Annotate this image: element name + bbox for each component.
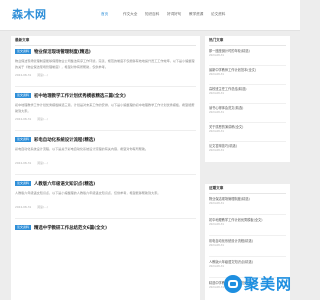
recent-article-item[interactable]: 彩电自动化系统设计流程(精选) 2024-08-31	[209, 238, 286, 247]
divider	[15, 218, 196, 219]
article-item: 论文资料 精选中学教研工作总结范文6篇(全文)	[15, 224, 196, 231]
recent-articles-title: 近期文章	[209, 186, 224, 190]
article-title[interactable]: 人教版六年级语文知识点(精选)	[34, 181, 95, 187]
article-item: 论文资料 物业保洁现场管理制度(精选) 物业保洁现场管理制度能够保障物业公司整洁…	[15, 48, 196, 77]
nav-item-papers[interactable]: 论文资料	[211, 12, 233, 17]
article-date: 2024-08-31	[15, 205, 32, 209]
divider	[209, 122, 286, 123]
recent-article-item[interactable]: 初中地理教学工作计划优秀模板(全文) 2024-08-31	[209, 217, 286, 226]
section-title: 最新文章	[15, 38, 30, 42]
watermark-logo-icon	[223, 274, 242, 293]
hot-article-item[interactable]: 最新中学教师工作计划范本(全文) 2024-08-31	[209, 67, 286, 76]
divider	[15, 45, 196, 46]
divider	[15, 174, 196, 175]
recent-article-title[interactable]: 初中地理教学工作计划优秀模板(全文)	[209, 217, 286, 222]
divider	[209, 45, 286, 46]
article-title[interactable]: 彩电自动化系统设计流程(精选)	[34, 137, 95, 143]
article-views: 阅读(...)	[37, 117, 48, 121]
hot-article-item[interactable]: 那一座座倒计时的年轮(精选) 2024-08-31	[209, 48, 286, 57]
article-item: 论文资料 人教版六年级语文知识点(精选) 人教版六年级语文知识点，以下是小编整理…	[15, 180, 196, 209]
article-list: 最新文章 论文资料 物业保洁现场管理制度(精选) 物业保洁现场管理制度能够保障物…	[11, 36, 200, 300]
site-logo[interactable]: 森木网	[12, 6, 47, 22]
recent-article-date: 2024-08-31	[209, 223, 225, 226]
article-views: 阅读(...)	[37, 161, 48, 165]
divider	[209, 235, 286, 236]
recent-article-item[interactable]: 人教版六年级语文知识点(精选) 2024-08-31	[209, 259, 286, 268]
article-title[interactable]: 精选中学教研工作总结范文6篇(全文)	[34, 225, 107, 231]
nav-item-essays[interactable]: 作文大全	[123, 12, 145, 17]
article-summary: 初中地理教学工作计划优秀模板精选三篇，计划是对未来工作的安排，以下是小编整理的初…	[15, 103, 195, 113]
hot-article-date: 2024-08-31	[209, 111, 225, 114]
watermark: 聚美网	[223, 273, 292, 294]
nav-item-encyclopedia[interactable]: 知识百科	[145, 12, 167, 17]
category-tag[interactable]: 论文资料	[15, 93, 32, 98]
hot-article-title[interactable]: 高校班主任工作总结(精选)	[209, 86, 286, 91]
hot-article-title[interactable]: 论文答辩技巧(精选)	[209, 143, 286, 148]
hot-article-item[interactable]: 论文答辩技巧(精选) 2024-08-31	[209, 143, 286, 152]
category-tag[interactable]: 论文资料	[15, 137, 32, 142]
main-nav: 首页 作文大全 知识百科 好词好句 教学资源 论文资料	[101, 12, 233, 17]
hot-article-title[interactable]: 那一座座倒计时的年轮(精选)	[209, 48, 286, 53]
divider	[209, 65, 286, 66]
hot-article-title[interactable]: 最新中学教师工作计划范本(全文)	[209, 67, 286, 72]
article-summary: 彩电自动化系统设计流程，以下是关于彩电自动化系统设计流程的有关内容，希望对你有所…	[15, 147, 149, 151]
recent-article-item[interactable]: 物业保洁现场管理制度(精选) 2024-08-31	[209, 196, 286, 205]
divider	[209, 193, 286, 194]
divider	[209, 214, 286, 215]
category-tag[interactable]: 论文资料	[15, 181, 32, 186]
site-header: 森木网 首页 作文大全 知识百科 好词好句 教学资源 论文资料	[0, 0, 300, 31]
nav-item-home[interactable]: 首页	[101, 12, 123, 17]
article-item: 论文资料 初中地理教学工作计划优秀模板精选三篇(全文) 初中地理教学工作计划优秀…	[15, 92, 196, 121]
article-summary: 人教版六年级语文知识点，以下是小编整理的人教版六年级语文知识点，仅供参考，希望能…	[15, 191, 161, 195]
article-summary: 物业保洁现场管理制度能够保障物业公司整洁有序工作环境，完善、规范的制度不仅能够有…	[15, 59, 195, 69]
article-title[interactable]: 初中地理教学工作计划优秀模板精选三篇(全文)	[34, 93, 126, 99]
nav-item-teaching[interactable]: 教学资源	[189, 12, 211, 17]
hot-article-date: 2024-08-31	[209, 73, 225, 76]
category-tag[interactable]: 论文资料	[15, 225, 32, 230]
article-title[interactable]: 物业保洁现场管理制度(精选)	[34, 49, 91, 55]
watermark-text: 聚美网	[243, 275, 292, 293]
divider	[209, 141, 286, 142]
hot-articles-title: 热门文章	[209, 38, 224, 42]
recent-article-title[interactable]: 彩电自动化系统设计流程(精选)	[209, 238, 286, 243]
article-date: 2024-08-31	[15, 161, 32, 165]
divider	[209, 84, 286, 85]
recent-article-date: 2024-08-31	[209, 265, 225, 268]
divider	[209, 103, 286, 104]
hot-article-item[interactable]: 读书心得体会范文(精选) 2024-08-31	[209, 105, 286, 114]
hot-article-date: 2024-08-31	[209, 54, 225, 57]
divider	[15, 130, 196, 131]
divider	[15, 86, 196, 87]
hot-articles-box: 热门文章 那一座座倒计时的年轮(精选) 2024-08-31 最新中学教师工作计…	[205, 36, 290, 162]
sidebar: 热门文章 那一座座倒计时的年轮(精选) 2024-08-31 最新中学教师工作计…	[205, 36, 290, 300]
page: 森木网 首页 作文大全 知识百科 好词好句 教学资源 论文资料 最新文章 论文资…	[0, 0, 300, 300]
article-date: 2024-08-31	[15, 73, 32, 77]
recent-article-title[interactable]: 人教版六年级语文知识点(精选)	[209, 259, 286, 264]
hot-article-date: 2024-08-31	[209, 149, 225, 152]
hot-article-title[interactable]: 关于感恩的演讲稿(全文)	[209, 124, 286, 129]
article-views: 阅读(...)	[37, 205, 48, 209]
category-tag[interactable]: 论文资料	[15, 49, 32, 54]
article-date: 2024-08-31	[15, 117, 32, 121]
hot-article-item[interactable]: 高校班主任工作总结(精选) 2024-08-31	[209, 86, 286, 95]
hot-article-item[interactable]: 关于感恩的演讲稿(全文) 2024-08-31	[209, 124, 286, 133]
article-views: 阅读(...)	[37, 73, 48, 77]
recent-article-date: 2024-08-31	[209, 244, 225, 247]
recent-article-date: 2024-08-31	[209, 202, 225, 205]
nav-item-phrases[interactable]: 好词好句	[167, 12, 189, 17]
hot-article-title[interactable]: 读书心得体会范文(精选)	[209, 105, 286, 110]
hot-article-date: 2024-08-31	[209, 130, 225, 133]
recent-article-title[interactable]: 物业保洁现场管理制度(精选)	[209, 196, 286, 201]
divider	[209, 256, 286, 257]
hot-article-date: 2024-08-31	[209, 92, 225, 95]
article-item: 论文资料 彩电自动化系统设计流程(精选) 彩电自动化系统设计流程，以下是关于彩电…	[15, 136, 196, 165]
